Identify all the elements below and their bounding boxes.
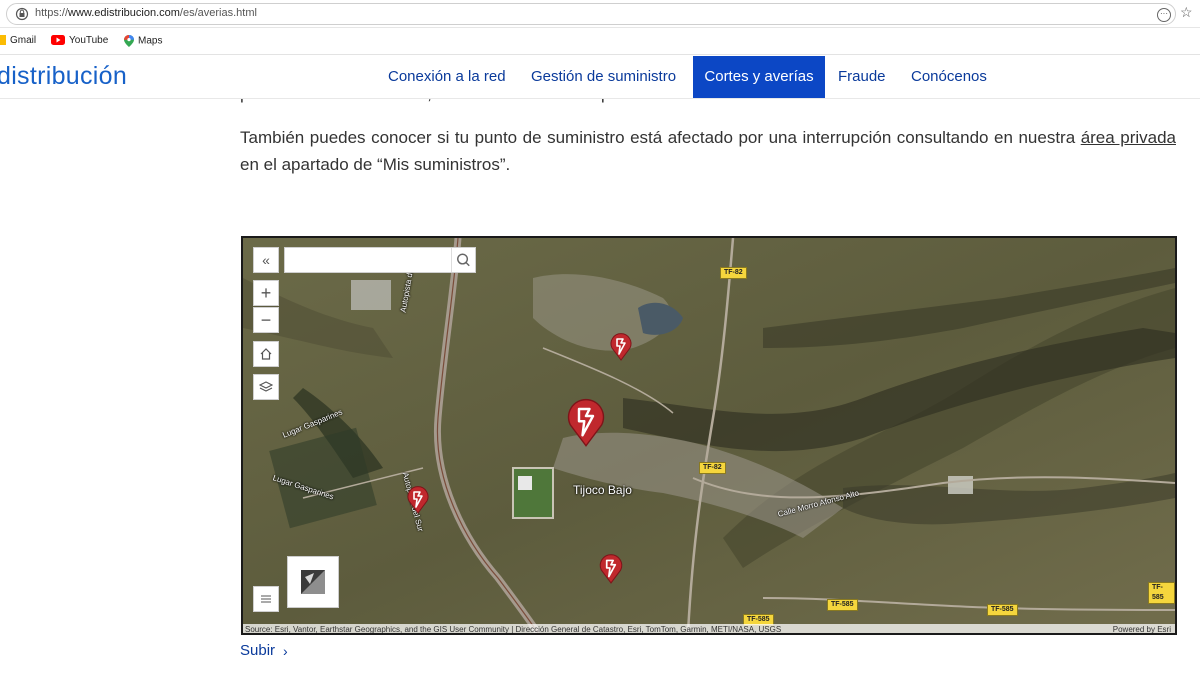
paragraph-text-end: en el apartado de “Mis suministros”. — [240, 155, 511, 174]
site-header: distribución Conexión a la red Gestión d… — [0, 56, 1200, 99]
road-badge-tf585: TF-585 — [827, 599, 858, 611]
back-to-top-link[interactable]: Subir — [240, 642, 275, 659]
private-area-link[interactable]: área privada — [1081, 128, 1176, 147]
browser-address-bar: https://www.edistribucion.com/es/averias… — [0, 0, 1200, 28]
site-info-icon[interactable] — [15, 7, 29, 21]
basemap-icon — [301, 570, 325, 594]
gmail-icon — [0, 35, 6, 46]
info-paragraph: También puedes conocer si tu punto de su… — [240, 124, 1176, 178]
basemap-toggle-button[interactable] — [287, 556, 339, 608]
nav-gestion-suministro[interactable]: Gestión de suministro — [519, 56, 688, 98]
map-search-input[interactable] — [285, 248, 451, 272]
outage-marker-icon[interactable] — [609, 333, 633, 361]
layers-icon[interactable] — [253, 374, 279, 400]
url-scheme: https:// — [35, 7, 69, 19]
bookmark-label: Gmail — [10, 35, 37, 46]
maps-icon — [124, 35, 134, 47]
nav-conocenos[interactable]: Conócenos — [899, 56, 999, 98]
paragraph-text: También puedes conocer si tu punto de su… — [240, 128, 1081, 147]
url-host: www.edistribucion.com — [68, 7, 180, 19]
nav-fraude[interactable]: Fraude — [826, 56, 898, 98]
url-path: /es/averias.html — [179, 7, 257, 19]
map-attribution: Source: Esri, Vantor, Earthstar Geograph… — [243, 624, 1175, 634]
url-field[interactable]: https://www.edistribucion.com/es/averias… — [6, 3, 1176, 25]
bookmark-youtube[interactable]: YouTube — [51, 35, 108, 46]
bookmark-maps[interactable]: Maps — [124, 35, 162, 47]
road-badge-tf585: TF-585 — [987, 604, 1018, 616]
more-options-icon[interactable]: ··· — [1157, 8, 1171, 22]
youtube-icon — [51, 35, 65, 46]
chevron-right-icon: › — [283, 643, 288, 659]
powered-by-esri[interactable]: Powered by Esri — [1113, 624, 1171, 633]
outage-marker-icon[interactable] — [598, 554, 624, 584]
site-logo[interactable]: distribución — [0, 62, 127, 91]
url-text: https://www.edistribucion.com/es/averias… — [35, 7, 257, 19]
legend-list-icon[interactable] — [253, 586, 279, 612]
place-label-tijoco: Tijoco Bajo — [573, 483, 632, 497]
collapse-panel-icon[interactable]: « — [253, 247, 279, 273]
bookmark-label: YouTube — [69, 35, 109, 46]
bookmark-label: Maps — [138, 35, 163, 47]
outage-marker-icon[interactable] — [406, 486, 430, 514]
bookmark-star-icon[interactable]: ☆ — [1180, 4, 1193, 21]
bookmarks-bar: Gmail YouTube Maps — [0, 29, 1200, 55]
road-badge-tf82: TF-82 — [720, 267, 747, 279]
search-icon[interactable] — [451, 248, 475, 272]
bookmark-gmail[interactable]: Gmail — [0, 35, 36, 46]
nav-conexion[interactable]: Conexión a la red — [376, 56, 518, 98]
outage-map[interactable]: Tijoco Bajo Lugar Gasparines Lugar Gaspa… — [241, 236, 1177, 635]
road-badge-tf585: TF-585 — [1148, 582, 1175, 604]
attribution-text: Source: Esri, Vantor, Earthstar Geograph… — [245, 625, 782, 634]
outage-marker-selected-icon[interactable] — [565, 398, 607, 448]
zoom-out-icon[interactable]: − — [253, 307, 279, 333]
nav-cortes-averias[interactable]: Cortes y averías — [693, 56, 825, 98]
satellite-imagery — [243, 238, 1175, 633]
road-badge-tf82: TF-82 — [699, 462, 726, 474]
zoom-in-icon[interactable]: + — [253, 280, 279, 306]
home-icon[interactable] — [253, 341, 279, 367]
map-search — [284, 247, 476, 273]
